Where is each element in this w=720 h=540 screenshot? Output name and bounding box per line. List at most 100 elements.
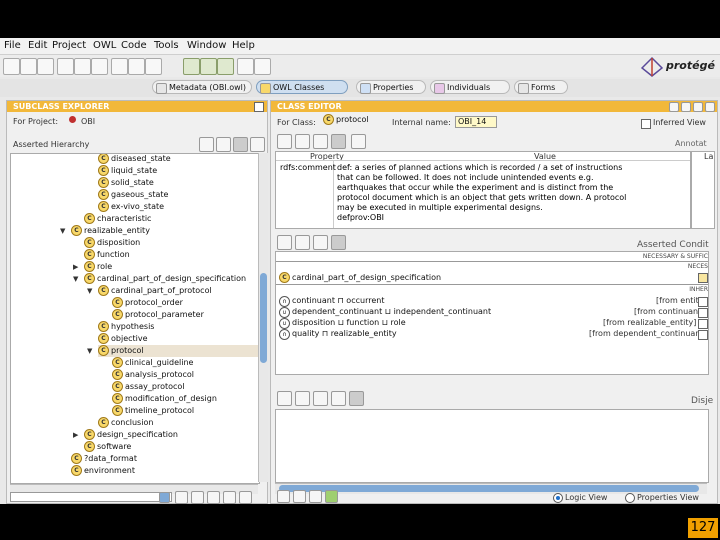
editor-scroll-thumb[interactable] <box>279 485 699 492</box>
expanded-triangle-icon[interactable]: ▼ <box>60 225 65 237</box>
tree-tool-4-icon[interactable] <box>239 491 252 504</box>
panel-menu-icon[interactable] <box>705 102 715 112</box>
delete-disjoint-icon[interactable] <box>349 391 364 406</box>
tree-node[interactable]: Ccharacteristic <box>84 213 151 225</box>
tree-node[interactable]: ▼ Crealizable_entity <box>60 225 150 237</box>
editor-tool-2-icon[interactable] <box>293 490 306 503</box>
compute-inferred-icon[interactable] <box>217 58 234 75</box>
tree-node[interactable]: Cclinical_guideline <box>112 357 193 369</box>
tree-node[interactable]: Cenvironment <box>71 465 135 477</box>
tree-node[interactable]: Cex-vivo_state <box>98 201 164 213</box>
tree-node[interactable]: Cprotocol_parameter <box>112 309 204 321</box>
menu-window[interactable]: Window <box>187 40 226 51</box>
tab-owl-classes[interactable]: OWL Classes <box>256 80 348 94</box>
tree-node[interactable]: ▼ Ccardinal_part_of_design_specification <box>73 273 246 285</box>
tab-metadata[interactable]: Metadata (OBI.owl) <box>152 80 252 94</box>
annotation-tool-5-icon[interactable] <box>351 134 366 149</box>
editor-tool-4-icon[interactable] <box>325 490 338 503</box>
tree-node[interactable]: ▶ Cdesign_specification <box>73 429 178 441</box>
tree-node[interactable]: Cliquid_state <box>98 165 157 177</box>
save-project-icon[interactable] <box>37 58 54 75</box>
internal-name-input[interactable]: OBI_14 <box>455 116 497 128</box>
tree-node[interactable]: Canalysis_protocol <box>112 369 194 381</box>
tree-node[interactable]: Cgaseous_state <box>98 189 168 201</box>
new-project-icon[interactable] <box>3 58 20 75</box>
tab-properties[interactable]: Properties <box>356 80 426 94</box>
tree-tool-3-icon[interactable] <box>223 491 236 504</box>
editor-tool-1-icon[interactable] <box>277 490 290 503</box>
tree-node[interactable]: Cmodification_of_design <box>112 393 217 405</box>
remove-icon[interactable] <box>681 102 691 112</box>
panel-toggle-icon[interactable] <box>254 102 264 112</box>
condition-checkbox[interactable] <box>698 319 708 329</box>
menu-project[interactable]: Project <box>52 40 86 51</box>
menu-edit[interactable]: Edit <box>28 40 47 51</box>
undo-icon[interactable] <box>111 58 128 75</box>
annotations-table[interactable]: Property Value rdfs:comment def: a serie… <box>275 151 691 229</box>
tree-node[interactable]: C ?data_format <box>71 453 137 465</box>
tree-node[interactable]: Cassay_protocol <box>112 381 185 393</box>
tree-node[interactable]: Cfunction <box>84 249 130 261</box>
search-dropdown-icon[interactable] <box>159 492 170 503</box>
annotation-tool-2-icon[interactable] <box>295 134 310 149</box>
menu-help[interactable]: Help <box>232 40 255 51</box>
delete-condition-icon[interactable] <box>331 235 346 250</box>
conditions-table[interactable]: NECESSARY & SUFFIC NECES Ccardinal_part_… <box>275 251 709 375</box>
superclass-checkbox[interactable] <box>698 273 708 283</box>
tree-node[interactable]: Cdiseased_state <box>98 154 171 165</box>
tree-vertical-scrollbar[interactable] <box>258 153 268 482</box>
inherited-condition-row[interactable]: ∪ disposition ⊔ function ⊔ role <box>279 318 406 329</box>
delete-class-icon[interactable] <box>233 137 248 152</box>
tree-node-selected[interactable]: ▼ Cprotocol <box>87 345 258 357</box>
tab-forms[interactable]: Forms <box>514 80 568 94</box>
tree-tool-2-icon[interactable] <box>207 491 220 504</box>
redo-icon[interactable] <box>128 58 145 75</box>
create-sibling-icon[interactable] <box>216 137 231 152</box>
annotation-tool-1-icon[interactable] <box>277 134 292 149</box>
check-consistency-icon[interactable] <box>200 58 217 75</box>
delete-annotation-icon[interactable] <box>331 134 346 149</box>
copy-icon[interactable] <box>74 58 91 75</box>
superclass-row[interactable]: Ccardinal_part_of_design_specification <box>279 272 441 284</box>
create-subclass-icon[interactable] <box>199 137 214 152</box>
menu-file[interactable]: File <box>4 40 21 51</box>
open-project-icon[interactable] <box>20 58 37 75</box>
editor-tool-3-icon[interactable] <box>309 490 322 503</box>
collapsed-triangle-icon[interactable]: ▶ <box>73 261 78 273</box>
tree-node[interactable]: Cconclusion <box>98 417 153 429</box>
menu-tools[interactable]: Tools <box>154 40 179 51</box>
expanded-triangle-icon[interactable]: ▼ <box>87 345 92 357</box>
tree-node[interactable]: ▶ Crole <box>73 261 112 273</box>
tree-scroll-thumb[interactable] <box>260 273 267 363</box>
condition-checkbox[interactable] <box>698 297 708 307</box>
tree-node[interactable]: ▼ Ccardinal_part_of_protocol <box>87 285 212 297</box>
disjoints-table[interactable] <box>275 409 709 483</box>
expanded-triangle-icon[interactable]: ▼ <box>73 273 78 285</box>
inferred-view-checkbox[interactable] <box>641 119 651 129</box>
classify-icon[interactable] <box>183 58 200 75</box>
logic-view-radio[interactable] <box>553 493 563 503</box>
paste-icon[interactable] <box>91 58 108 75</box>
class-search-input[interactable] <box>10 492 172 502</box>
tree-node[interactable]: Cprotocol_order <box>112 297 183 309</box>
condition-checkbox[interactable] <box>698 308 708 318</box>
menu-owl[interactable]: OWL <box>93 40 116 51</box>
annotation-tool-3-icon[interactable] <box>313 134 328 149</box>
condition-tool-2-icon[interactable] <box>295 235 310 250</box>
tree-tool-1-icon[interactable] <box>191 491 204 504</box>
maximize-icon[interactable] <box>693 102 703 112</box>
tree-node[interactable]: Ctimeline_protocol <box>112 405 194 417</box>
condition-tool-1-icon[interactable] <box>277 235 292 250</box>
wizard-icon[interactable] <box>237 58 254 75</box>
disjoint-tool-1-icon[interactable] <box>277 391 292 406</box>
graph-icon[interactable] <box>254 58 271 75</box>
class-tree[interactable]: Cdiseased_state Cliquid_state Csolid_sta… <box>10 153 260 484</box>
disjoint-tool-2-icon[interactable] <box>295 391 310 406</box>
tree-node[interactable]: Csoftware <box>84 441 131 453</box>
inherited-condition-row[interactable]: ∪ dependent_continuant ⊔ independent_cont… <box>279 307 491 318</box>
tab-individuals[interactable]: Individuals <box>430 80 510 94</box>
tree-node[interactable]: Cdisposition <box>84 237 140 249</box>
tree-node[interactable]: Csolid_state <box>98 177 154 189</box>
cut-icon[interactable] <box>57 58 74 75</box>
properties-view-radio[interactable] <box>625 493 635 503</box>
